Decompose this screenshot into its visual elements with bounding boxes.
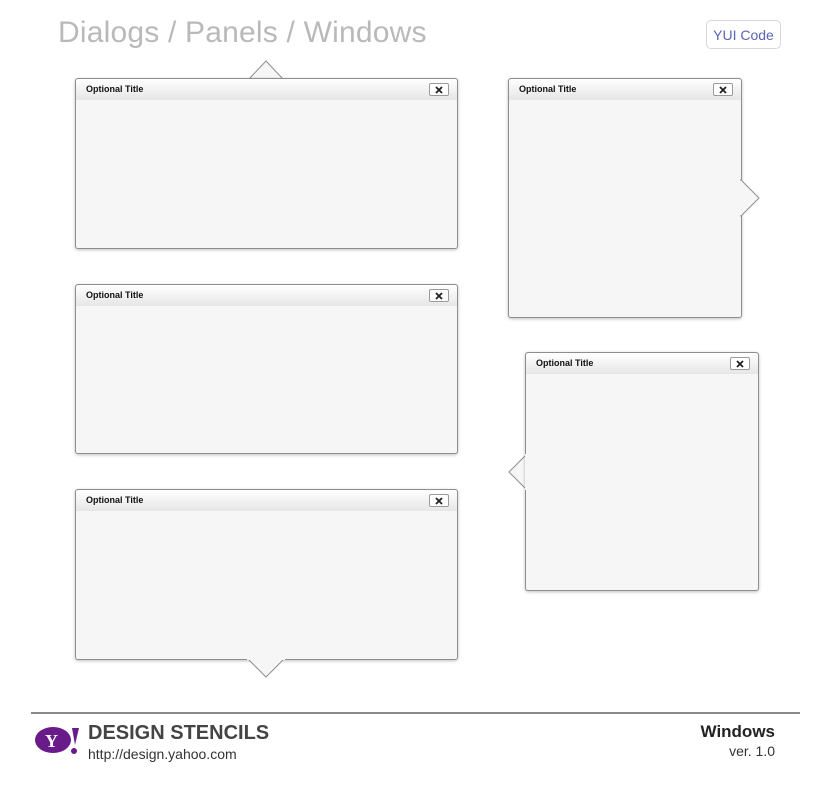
dialog-panel-plain: Optional Title: [75, 284, 458, 454]
close-button[interactable]: [429, 83, 449, 96]
page-title: Dialogs / Panels / Windows: [58, 16, 427, 49]
close-icon: [435, 496, 443, 505]
svg-text:Y: Y: [45, 731, 58, 751]
panel-title: Optional Title: [86, 290, 144, 300]
panel-title: Optional Title: [86, 495, 144, 505]
panel-header: Optional Title: [509, 79, 741, 100]
panel-header: Optional Title: [76, 285, 457, 306]
panel-title: Optional Title: [86, 84, 144, 94]
panel-header: Optional Title: [76, 79, 457, 100]
panel-pointer-right: [740, 178, 760, 218]
panel-header: Optional Title: [76, 490, 457, 511]
panel-title: Optional Title: [536, 358, 594, 368]
yahoo-logo-icon: Y: [35, 727, 79, 754]
close-button[interactable]: [429, 494, 449, 507]
panel-pointer-left-mask: [525, 454, 528, 490]
close-icon: [435, 85, 443, 94]
close-button[interactable]: [429, 289, 449, 302]
footer-divider: [31, 712, 800, 714]
close-icon: [719, 85, 727, 94]
document-version: ver. 1.0: [729, 743, 775, 759]
close-icon: [736, 359, 744, 368]
dialog-panel-top-pointer: Optional Title: [75, 78, 458, 249]
brand-title: DESIGN STENCILS: [88, 722, 270, 744]
panel-pointer-bottom: [246, 658, 286, 678]
panel-title: Optional Title: [519, 84, 577, 94]
dialog-panel-right-pointer: Optional Title: [508, 78, 742, 318]
yui-code-button[interactable]: YUI Code: [706, 20, 781, 49]
brand-url[interactable]: http://design.yahoo.com: [88, 746, 237, 762]
close-button[interactable]: [730, 357, 750, 370]
document-name: Windows: [700, 722, 775, 741]
panel-header: Optional Title: [526, 353, 758, 374]
dialog-panel-bottom-pointer: Optional Title: [75, 489, 458, 660]
close-icon: [435, 291, 443, 300]
close-button[interactable]: [713, 83, 733, 96]
dialog-panel-left-pointer: Optional Title: [525, 352, 759, 591]
